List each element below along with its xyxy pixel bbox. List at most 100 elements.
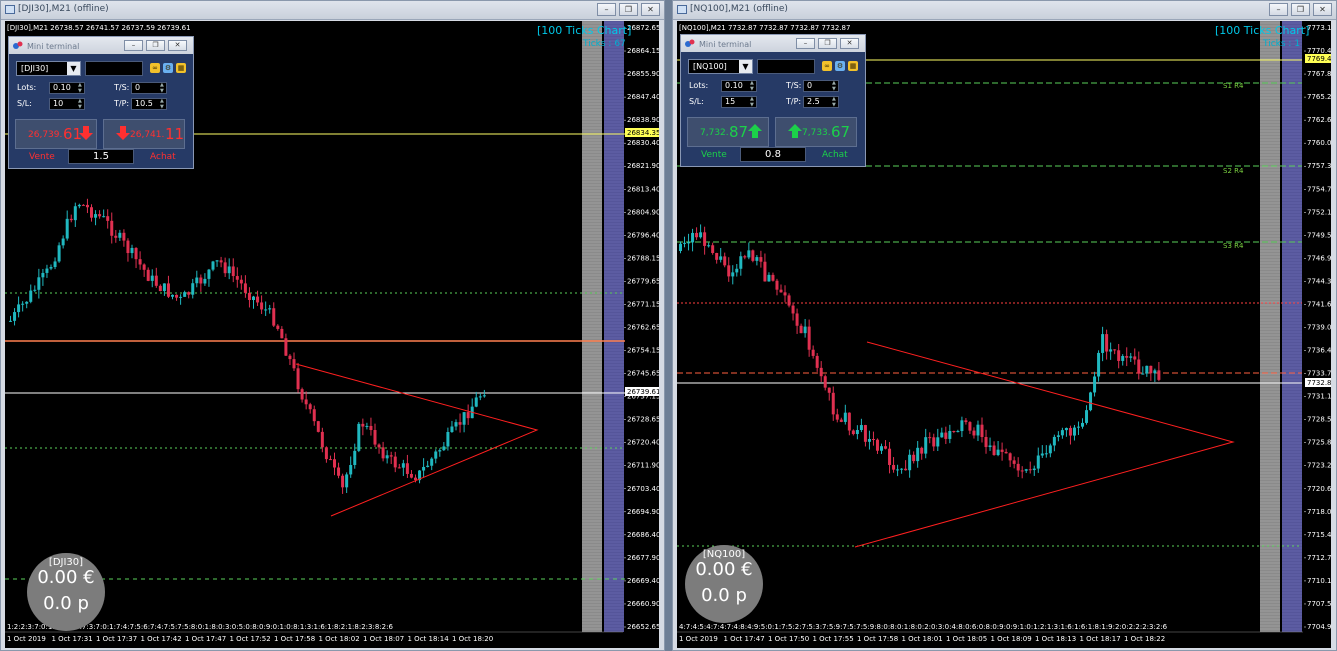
volume-input[interactable]: 1.5 bbox=[68, 149, 134, 164]
candle-body bbox=[122, 232, 126, 241]
candle-body bbox=[1036, 455, 1040, 469]
time-axis-label: 1 Oct 18:13 bbox=[1035, 635, 1076, 643]
comment-field[interactable] bbox=[85, 61, 143, 76]
candle-body bbox=[414, 477, 417, 481]
close-button[interactable]: ✕ bbox=[1313, 3, 1332, 16]
candle-body bbox=[126, 240, 130, 254]
chart-header: [DJI30],M21 26738.57 26741.57 26737.59 2… bbox=[7, 24, 191, 32]
candle-body bbox=[775, 280, 779, 290]
position-amount: 0.00 € bbox=[37, 567, 95, 588]
time-axis-label: 1 Oct 18:14 bbox=[408, 635, 450, 643]
minimize-button[interactable]: – bbox=[124, 40, 143, 51]
grid-icon[interactable]: ▦ bbox=[848, 61, 858, 71]
close-button[interactable]: ✕ bbox=[168, 40, 187, 51]
restore-button[interactable]: ❐ bbox=[1291, 3, 1310, 16]
sl-label: S/L: bbox=[17, 99, 32, 108]
mini-terminal-titlebar[interactable]: Mini terminal – ❐ ✕ bbox=[681, 35, 865, 52]
chevron-down-icon[interactable]: ▼ bbox=[67, 62, 80, 75]
comment-field[interactable] bbox=[757, 59, 815, 74]
candle-body bbox=[960, 420, 964, 432]
volume-input[interactable]: 0.8 bbox=[740, 147, 806, 162]
candle-body bbox=[219, 260, 223, 263]
link-icon[interactable]: ∞ bbox=[822, 61, 832, 71]
candle-body bbox=[912, 454, 916, 462]
buy-price-prefix: 26,741. bbox=[130, 130, 165, 140]
sell-button[interactable]: 7,732. 87 bbox=[687, 117, 769, 147]
time-axis-label: 1 Oct 17:31 bbox=[52, 635, 93, 643]
candle-body bbox=[316, 421, 320, 432]
minimize-button[interactable]: – bbox=[597, 3, 616, 16]
arrow-down-icon bbox=[79, 126, 93, 140]
close-button[interactable]: ✕ bbox=[641, 3, 660, 16]
ts-stepper[interactable]: ▲ ▼ bbox=[160, 82, 166, 94]
price-axis-label: 7720.60 bbox=[1307, 485, 1331, 493]
tp-stepper[interactable]: ▲ ▼ bbox=[160, 98, 166, 110]
candle-body bbox=[727, 265, 731, 277]
sl-stepper[interactable]: ▲ ▼ bbox=[750, 96, 756, 108]
candle-body bbox=[308, 404, 312, 410]
close-button[interactable]: ✕ bbox=[840, 38, 859, 49]
tp-stepper[interactable]: ▲ ▼ bbox=[832, 96, 838, 108]
candle-body bbox=[397, 467, 401, 469]
mini-terminal[interactable]: Mini terminal – ❐ ✕ [DJI30] ▼ ∞ ⚙ ▦ Lots… bbox=[8, 36, 194, 169]
candle-body bbox=[53, 261, 57, 268]
lots-stepper[interactable]: ▲ ▼ bbox=[750, 80, 756, 92]
price-axis-label: 7731.10 bbox=[1307, 393, 1331, 401]
minimize-button[interactable]: – bbox=[796, 38, 815, 49]
price-axis-label: 26830.40 bbox=[627, 139, 659, 147]
chart-window-nq100[interactable]: [NQ100],M21 (offline) – ❐ ✕ 7773.10 7770.… bbox=[672, 0, 1337, 651]
gear-icon[interactable]: ⚙ bbox=[163, 63, 173, 73]
mini-terminal-titlebar[interactable]: Mini terminal – ❐ ✕ bbox=[9, 37, 193, 54]
price-axis-label: 26771.15 bbox=[627, 300, 659, 308]
lots-stepper[interactable]: ▲ ▼ bbox=[78, 82, 84, 94]
candle-body bbox=[243, 283, 247, 293]
price-axis-label: 26788.15 bbox=[627, 254, 659, 262]
grid-icon[interactable]: ▦ bbox=[176, 63, 186, 73]
candle-body bbox=[247, 292, 251, 300]
candle-body bbox=[968, 422, 972, 431]
candle-body bbox=[466, 412, 470, 419]
time-axis-label: 1 Oct 17:58 bbox=[857, 635, 898, 643]
price-axis-label: 26754.15 bbox=[627, 347, 659, 355]
candle-body bbox=[972, 430, 976, 436]
buy-button[interactable]: 26,741. 11 bbox=[103, 119, 185, 149]
candle-body bbox=[904, 468, 908, 471]
mini-terminal[interactable]: Mini terminal – ❐ ✕ [NQ100] ▼ ∞ ⚙ ▦ Lots… bbox=[680, 34, 866, 167]
gear-icon[interactable]: ⚙ bbox=[835, 61, 845, 71]
sell-button[interactable]: 26,739. 61 bbox=[15, 119, 97, 149]
price-axis-label: 26796.40 bbox=[627, 231, 659, 239]
candle-body bbox=[345, 474, 349, 488]
sl-stepper[interactable]: ▲ ▼ bbox=[78, 98, 84, 110]
time-axis-label: 1 Oct 17:47 bbox=[724, 635, 765, 643]
link-icon[interactable]: ∞ bbox=[150, 63, 160, 73]
candle-body bbox=[751, 250, 755, 261]
price-axis-label: 26762.65 bbox=[627, 324, 659, 332]
window-title: [DJI30],M21 (offline) bbox=[18, 4, 109, 14]
time-axis-label: 1 Oct 18:05 bbox=[946, 635, 987, 643]
buy-button[interactable]: 7,733. 67 bbox=[775, 117, 857, 147]
window-titlebar[interactable]: [NQ100],M21 (offline) – ❐ ✕ bbox=[673, 1, 1336, 20]
candle-body bbox=[17, 304, 21, 313]
chart-window-dji30[interactable]: [DJI30],M21 (offline) – ❐ ✕ 26872.65 2686… bbox=[0, 0, 665, 651]
price-axis-label: 26677.90 bbox=[627, 554, 659, 562]
candle-body bbox=[996, 449, 1000, 456]
window-titlebar[interactable]: [DJI30],M21 (offline) – ❐ ✕ bbox=[1, 1, 664, 20]
candle-body bbox=[1076, 426, 1080, 428]
candle-body bbox=[687, 242, 691, 244]
candle-body bbox=[9, 320, 12, 322]
ts-stepper[interactable]: ▲ ▼ bbox=[832, 80, 838, 92]
restore-button[interactable]: ❐ bbox=[818, 38, 837, 49]
mini-terminal-title: Mini terminal bbox=[699, 40, 752, 49]
tick-volume-strip bbox=[582, 21, 602, 632]
candle-body bbox=[1012, 460, 1016, 464]
restore-button[interactable]: ❐ bbox=[619, 3, 638, 16]
chevron-down-icon[interactable]: ▼ bbox=[739, 60, 752, 73]
candle-body bbox=[438, 450, 442, 452]
candle-body bbox=[191, 283, 195, 295]
candle-body bbox=[353, 450, 357, 466]
buy-label: Achat bbox=[150, 152, 176, 162]
mini-terminal-title: Mini terminal bbox=[27, 42, 80, 51]
minimize-button[interactable]: – bbox=[1269, 3, 1288, 16]
restore-button[interactable]: ❐ bbox=[146, 40, 165, 51]
pivot-level-label: S1 R4 bbox=[1223, 82, 1244, 90]
